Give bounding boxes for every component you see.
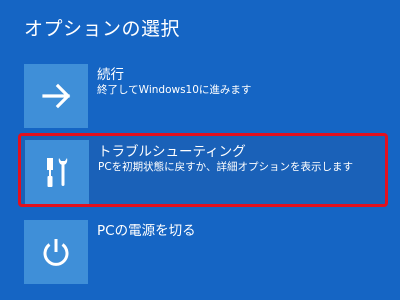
power-icon	[43, 239, 69, 266]
troubleshoot-tile[interactable]	[25, 140, 89, 204]
continue-label: 続行	[97, 67, 124, 83]
tools-icon	[47, 158, 68, 187]
power-off-tile[interactable]	[24, 220, 88, 284]
arrow-right-icon	[42, 83, 71, 109]
power-off-option[interactable]: PCの電源を切る	[18, 212, 388, 286]
continue-description: 終了してWindows10に進みます	[97, 84, 252, 96]
troubleshoot-label: トラブルシューティング	[98, 144, 246, 160]
troubleshoot-option[interactable]: トラブルシューティング PCを初期状態に戻すか、詳細オプションを表示します	[18, 133, 388, 207]
troubleshoot-description: PCを初期状態に戻すか、詳細オプションを表示します	[98, 161, 353, 173]
continue-option[interactable]: 続行 終了してWindows10に進みます	[18, 58, 388, 132]
page-title: オプションの選択	[24, 18, 181, 40]
continue-tile[interactable]	[24, 64, 88, 128]
power-off-label: PCの電源を切る	[97, 223, 196, 239]
